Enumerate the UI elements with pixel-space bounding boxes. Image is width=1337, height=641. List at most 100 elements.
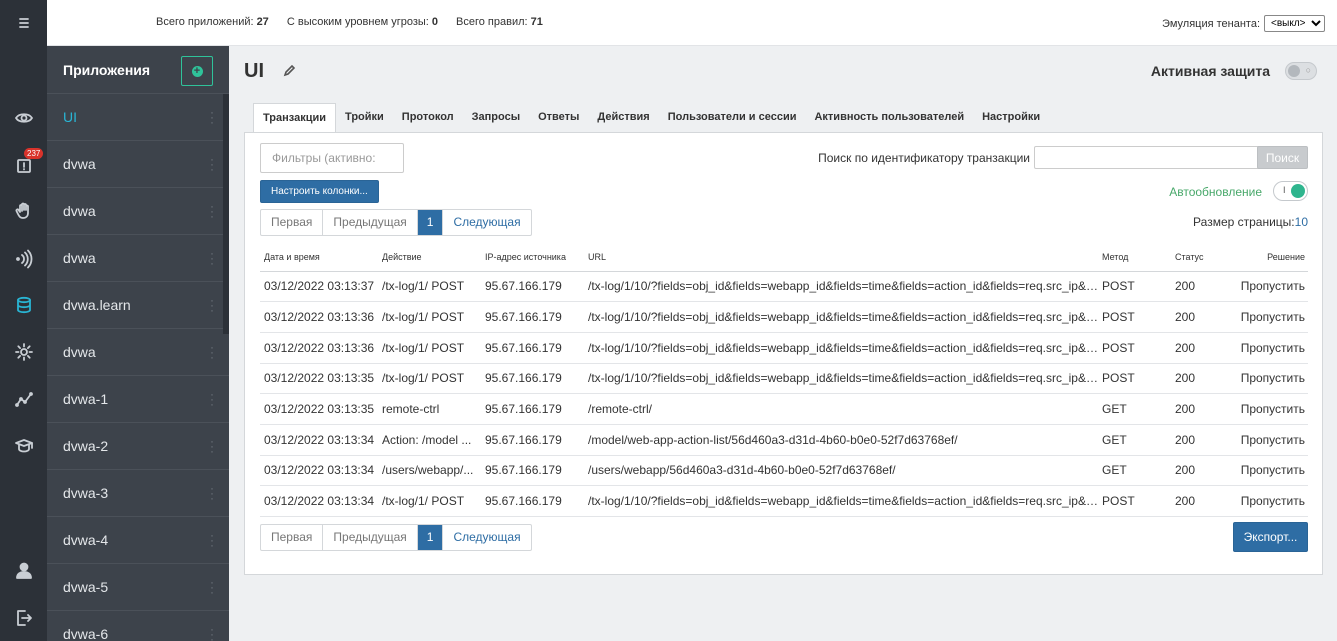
active-protection-toggle[interactable]: ○ (1285, 62, 1317, 80)
chart-icon[interactable] (0, 379, 47, 419)
kebab-icon[interactable]: · · · (210, 435, 214, 457)
prev-page-button[interactable]: Предыдущая (323, 525, 418, 550)
current-page[interactable]: 1 (417, 525, 444, 550)
table-row[interactable]: 03/12/2022 03:13:35/tx-log/1/ POST 95.67.… (260, 363, 1308, 395)
table-row[interactable]: 03/12/2022 03:13:34 Action: /model ... 95.… (260, 424, 1308, 456)
hand-icon[interactable] (0, 191, 47, 231)
kebab-icon[interactable]: · · · (210, 388, 214, 410)
next-page-button[interactable]: Следующая (443, 210, 530, 235)
filter-dropdown[interactable]: Фильтры (активно: 1)▼ (260, 143, 404, 193)
kebab-icon[interactable]: · · · (210, 576, 214, 598)
cell-source-ip: 95.67.166.179 (481, 455, 584, 487)
app-item[interactable]: dvwa-2 · · · (47, 423, 229, 470)
tab-actions[interactable]: Действия (588, 103, 658, 133)
cell-status: 200 (1171, 424, 1226, 456)
total-apps-label: Всего приложений: (156, 16, 254, 28)
edit-icon[interactable] (283, 64, 296, 80)
page-size-value[interactable]: 10 (1295, 215, 1308, 229)
app-item-label: dvwa-1 (63, 391, 109, 407)
col-method[interactable]: Метод (1098, 243, 1171, 272)
table-row[interactable]: 03/12/2022 03:13:34/tx-log/1/ POST 95.67.… (260, 485, 1308, 517)
col-decision[interactable]: Решение (1226, 243, 1308, 272)
export-button[interactable]: Экспорт... (1233, 522, 1308, 552)
cell-action: /tx-log/1/ POST (378, 363, 481, 395)
app-item[interactable]: dvwa · · · (47, 141, 229, 188)
tab-requests[interactable]: Запросы (463, 103, 529, 133)
learning-icon[interactable] (0, 426, 47, 466)
apps-title: Приложения (63, 61, 151, 78)
menu-icon[interactable] (0, 3, 47, 43)
tab-settings[interactable]: Настройки (973, 103, 1049, 133)
table-header-row: Дата и время Действие IP-адрес источника… (260, 243, 1308, 272)
eye-icon[interactable] (0, 98, 47, 138)
app-item[interactable]: dvwa · · · (47, 235, 229, 282)
kebab-icon[interactable]: · · · (210, 623, 214, 641)
cell-method: GET (1098, 455, 1171, 487)
app-item[interactable]: dvwa.learn · · · (47, 282, 229, 329)
app-item[interactable]: UI · · · (47, 94, 229, 141)
cell-method: POST (1098, 301, 1171, 333)
logout-icon[interactable] (0, 598, 47, 638)
signal-icon[interactable] (0, 239, 47, 279)
kebab-icon[interactable]: · · · (210, 247, 214, 269)
prev-page-button[interactable]: Предыдущая (323, 210, 418, 235)
next-page-button[interactable]: Следующая (443, 525, 530, 550)
tab-protocol[interactable]: Протокол (393, 103, 463, 133)
alerts-icon[interactable]: 237 (0, 145, 47, 185)
app-item[interactable]: dvwa-3 · · · (47, 470, 229, 517)
transaction-id-search-input[interactable] (1034, 146, 1265, 169)
kebab-icon[interactable]: · · · (210, 294, 214, 316)
app-item-label: dvwa-3 (63, 485, 109, 501)
cell-status: 200 (1171, 271, 1226, 303)
cell-status: 200 (1171, 393, 1226, 425)
database-icon[interactable] (0, 285, 47, 325)
app-item[interactable]: dvwa · · · (47, 329, 229, 376)
kebab-icon[interactable]: · · · (210, 106, 214, 128)
gear-icon[interactable] (0, 332, 47, 372)
table-row[interactable]: 03/12/2022 03:13:34/users/webapp/... 95.6… (260, 455, 1308, 487)
autoupdate-toggle[interactable]: I (1273, 181, 1308, 201)
cell-url: /tx-log/1/10/?fields=obj_id&fields=webap… (584, 332, 1098, 364)
kebab-icon[interactable]: · · · (210, 200, 214, 222)
tab-transactions[interactable]: Транзакции (253, 103, 337, 133)
first-page-button[interactable]: Первая (261, 210, 324, 235)
app-item[interactable]: dvwa · · · (47, 188, 229, 235)
total-apps-value: 27 (256, 16, 269, 28)
col-datetime[interactable]: Дата и время (260, 243, 378, 272)
app-item[interactable]: dvwa-6 · · · (47, 611, 229, 641)
configure-columns-button[interactable]: Настроить колонки... (260, 180, 379, 203)
pagination-top: Первая Предыдущая 1 Следующая (260, 209, 532, 236)
cell-decision: Пропустить (1226, 393, 1308, 425)
table-row[interactable]: 03/12/2022 03:13:37/tx-log/1/ POST 95.67.… (260, 271, 1308, 303)
kebab-icon[interactable]: · · · (210, 482, 214, 504)
cell-datetime: 03/12/2022 03:13:34 (260, 424, 378, 456)
current-page[interactable]: 1 (417, 210, 444, 235)
search-button[interactable]: Поиск (1257, 146, 1308, 169)
tab-users-sessions[interactable]: Пользователи и сессии (659, 103, 806, 133)
kebab-icon[interactable]: · · · (210, 341, 214, 363)
tab-triples[interactable]: Тройки (336, 103, 393, 133)
kebab-icon[interactable]: · · · (210, 153, 214, 175)
app-item[interactable]: dvwa-5 · · · (47, 564, 229, 611)
cell-action: /users/webapp/... (378, 455, 481, 487)
tab-user-activity[interactable]: Активность пользователей (805, 103, 973, 133)
total-rules-value: 71 (530, 16, 543, 28)
col-action[interactable]: Действие (378, 243, 481, 272)
tenant-select[interactable]: <выкл> (1264, 15, 1325, 32)
table-row[interactable]: 03/12/2022 03:13:35 remote-ctrl 95.67.166.… (260, 393, 1308, 425)
col-status[interactable]: Статус (1171, 243, 1226, 272)
cell-decision: Пропустить (1226, 332, 1308, 364)
app-item[interactable]: dvwa-4 · · · (47, 517, 229, 564)
add-app-button[interactable]: + (181, 56, 213, 86)
cell-datetime: 03/12/2022 03:13:37 (260, 271, 378, 303)
tab-responses[interactable]: Ответы (529, 103, 588, 133)
first-page-button[interactable]: Первая (261, 525, 324, 550)
table-row[interactable]: 03/12/2022 03:13:36/tx-log/1/ POST 95.67.… (260, 332, 1308, 364)
col-url[interactable]: URL (584, 243, 1098, 272)
app-item[interactable]: dvwa-1 · · · (47, 376, 229, 423)
kebab-icon[interactable]: · · · (210, 529, 214, 551)
tenant-label: Эмуляция тенанта: (1162, 17, 1260, 30)
col-source-ip[interactable]: IP-адрес источника (481, 243, 584, 272)
table-row[interactable]: 03/12/2022 03:13:36/tx-log/1/ POST 95.67.… (260, 301, 1308, 333)
user-icon[interactable] (0, 551, 47, 591)
